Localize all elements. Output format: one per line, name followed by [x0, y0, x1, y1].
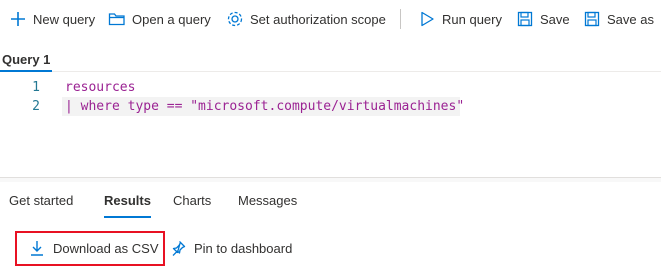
query-editor[interactable]: 1 resources 2 | where type == "microsoft…: [0, 73, 661, 177]
save-as-icon: [583, 10, 601, 28]
open-query-button[interactable]: Open a query: [102, 0, 217, 38]
code-line: resources: [65, 80, 136, 95]
editor-line-2: 2 | where type == "microsoft.compute/vir…: [0, 97, 661, 116]
new-query-button[interactable]: New query: [3, 0, 101, 38]
tab-get-started[interactable]: Get started: [9, 186, 73, 216]
pane-splitter[interactable]: [0, 177, 661, 182]
run-query-label: Run query: [442, 11, 502, 27]
open-query-label: Open a query: [132, 11, 211, 27]
tab-charts[interactable]: Charts: [173, 186, 211, 216]
folder-icon: [108, 10, 126, 28]
editor-line-1: 1 resources: [0, 78, 661, 97]
save-as-label: Save as: [607, 11, 654, 27]
set-authorization-scope-button[interactable]: Set authorization scope: [220, 0, 392, 38]
save-icon: [516, 10, 534, 28]
download-icon: [29, 240, 45, 256]
save-button[interactable]: Save: [510, 0, 576, 38]
code-line: | where type == "microsoft.compute/virtu…: [65, 99, 465, 114]
toolbar-divider: [400, 9, 401, 29]
line-number: 1: [32, 80, 40, 95]
download-csv-button[interactable]: Download as CSV: [29, 230, 159, 266]
results-actions: Download as CSV Pin to dashboard: [0, 230, 661, 266]
pin-icon: [170, 240, 186, 256]
line-number: 2: [32, 99, 40, 114]
query-tab-strip: Query 1: [0, 50, 661, 72]
pin-dashboard-label: Pin to dashboard: [194, 240, 293, 256]
tab-query-1[interactable]: Query 1: [0, 50, 53, 72]
new-query-label: New query: [33, 11, 96, 27]
command-bar: New query Open a query Set authorization…: [0, 0, 661, 38]
gear-icon: [226, 10, 244, 28]
download-csv-label: Download as CSV: [53, 240, 159, 256]
play-icon: [418, 10, 436, 28]
save-label: Save: [540, 11, 570, 27]
run-query-button[interactable]: Run query: [412, 0, 508, 38]
save-as-button[interactable]: Save as: [577, 0, 660, 38]
plus-icon: [9, 10, 27, 28]
tab-messages[interactable]: Messages: [238, 186, 297, 216]
results-tab-strip: Get started Results Charts Messages: [0, 186, 661, 218]
pin-dashboard-button[interactable]: Pin to dashboard: [170, 230, 292, 266]
set-authorization-scope-label: Set authorization scope: [250, 11, 386, 27]
tab-results[interactable]: Results: [104, 186, 151, 218]
